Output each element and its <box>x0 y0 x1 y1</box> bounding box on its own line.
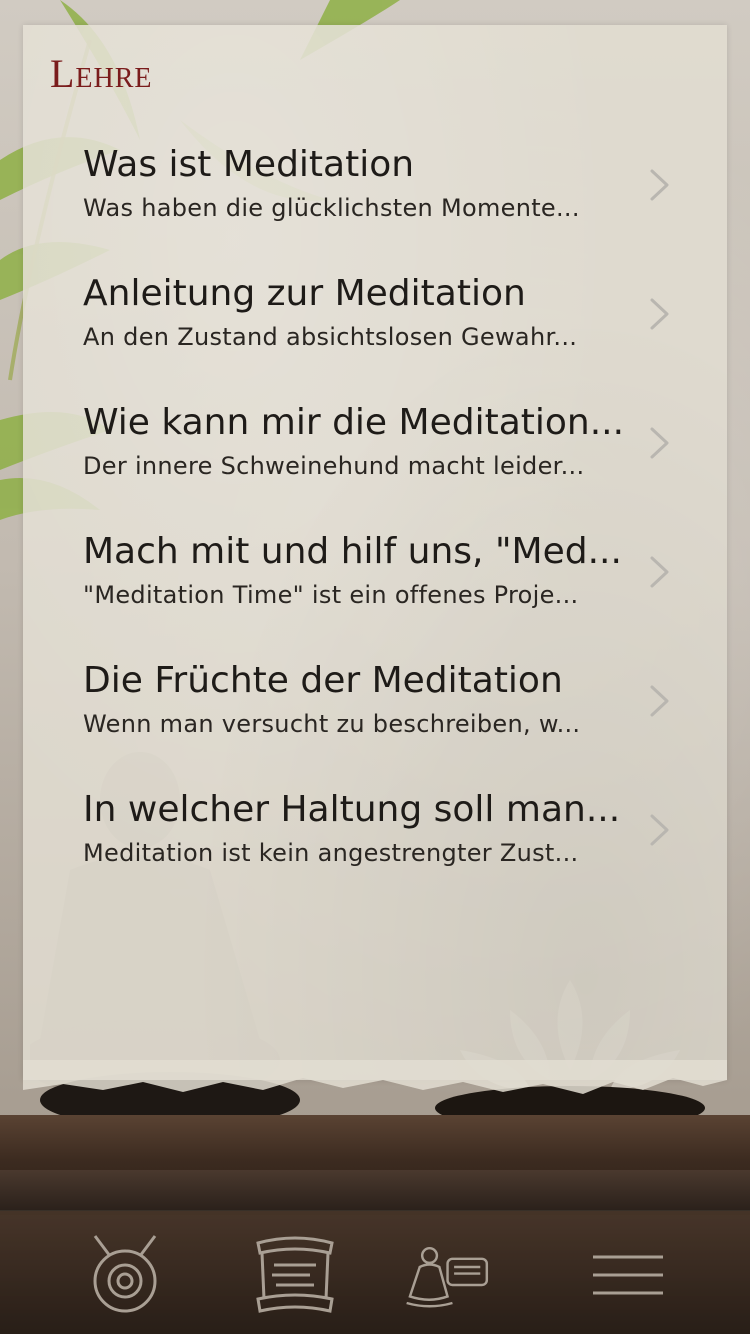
chevron-right-icon <box>650 556 669 588</box>
buddha-chat-icon[interactable] <box>405 1231 495 1321</box>
chevron-right-icon <box>650 169 669 201</box>
list-item[interactable]: Was ist Meditation Was haben die glückli… <box>83 140 683 269</box>
list-item[interactable]: Anleitung zur Meditation An den Zustand … <box>83 269 683 398</box>
tab-bar <box>0 1210 750 1334</box>
list-item[interactable]: In welcher Haltung soll man... Meditatio… <box>83 785 683 914</box>
list-item[interactable]: Mach mit und hilf uns, "Med... "Meditati… <box>83 527 683 656</box>
gong-icon[interactable] <box>80 1231 170 1321</box>
item-subtitle: An den Zustand absichtslosen Gewahr... <box>83 323 578 351</box>
chevron-right-icon <box>650 427 669 459</box>
item-title: Was ist Meditation <box>83 144 415 185</box>
shelf-edge <box>0 1170 750 1210</box>
item-title: Anleitung zur Meditation <box>83 273 526 314</box>
list-item[interactable]: Wie kann mir die Meditation... Der inner… <box>83 398 683 527</box>
item-title: In welcher Haltung soll man... <box>83 789 621 830</box>
menu-icon[interactable] <box>585 1231 675 1321</box>
item-title: Wie kann mir die Meditation... <box>83 402 623 443</box>
item-subtitle: Wenn man versucht zu beschreiben, w... <box>83 710 581 738</box>
item-subtitle: Meditation ist kein angestrengter Zust..… <box>83 839 579 867</box>
section-title: Lehre <box>50 51 153 96</box>
chevron-right-icon <box>650 685 669 717</box>
item-title: Die Früchte der Meditation <box>83 660 563 701</box>
item-subtitle: Der innere Schweinehund macht leider... <box>83 452 585 480</box>
chevron-right-icon <box>650 298 669 330</box>
item-title: Mach mit und hilf uns, "Med... <box>83 531 622 572</box>
torn-paper-edge <box>23 1060 727 1094</box>
list-item[interactable]: Die Früchte der Meditation Wenn man vers… <box>83 656 683 785</box>
article-list: Was ist Meditation Was haben die glückli… <box>83 140 683 914</box>
scroll-icon[interactable] <box>250 1231 340 1321</box>
chevron-right-icon <box>650 814 669 846</box>
item-subtitle: "Meditation Time" ist ein offenes Proje.… <box>83 581 579 609</box>
app-screen: Lehre Was ist Meditation Was haben die g… <box>0 0 750 1334</box>
item-subtitle: Was haben die glücklichsten Momente... <box>83 194 580 222</box>
